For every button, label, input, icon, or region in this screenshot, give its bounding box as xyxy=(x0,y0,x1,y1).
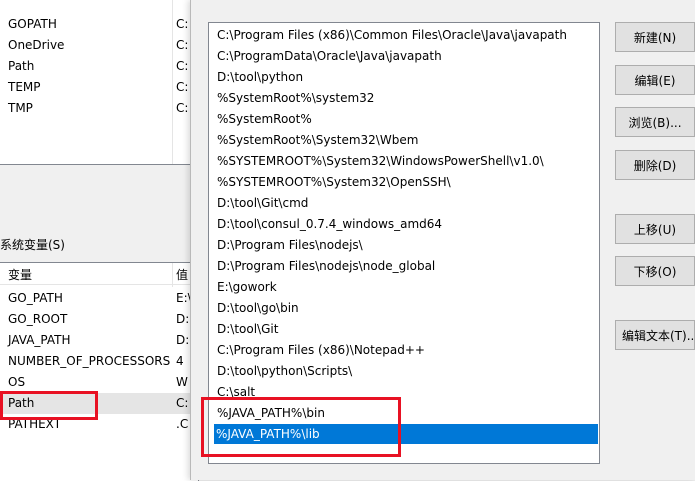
column-header-value[interactable]: 值 xyxy=(176,266,188,283)
path-entry-text: D:\Program Files\nodejs\node_global xyxy=(217,259,436,273)
variable-value: C: xyxy=(176,80,189,94)
list-item[interactable]: D:\tool\Git\cmd xyxy=(215,193,597,213)
new-button[interactable]: 新建(N) xyxy=(615,22,695,52)
environment-variables-dialog: GOPATH C: OneDrive C: Path C: TEMP C: TM… xyxy=(0,0,200,481)
table-row[interactable]: PATHEXT .C xyxy=(0,414,198,435)
table-row[interactable]: TMP C: xyxy=(0,98,198,119)
path-entry-text: %JAVA_PATH%\lib xyxy=(216,427,320,441)
list-item[interactable]: C:\Program Files (x86)\Notepad++ xyxy=(215,340,597,360)
path-entry-text: D:\tool\python xyxy=(217,70,304,84)
table-row[interactable]: JAVA_PATH D: xyxy=(0,330,198,351)
list-item[interactable]: E:\gowork xyxy=(215,277,597,297)
system-variables-label: 系统变量(S) xyxy=(0,238,65,252)
edit-text-button[interactable]: 编辑文本(T)... xyxy=(615,320,695,350)
variable-value: C: xyxy=(176,396,189,410)
path-entry-text: %SystemRoot%\System32\Wbem xyxy=(217,133,419,147)
column-separator xyxy=(172,263,173,287)
list-item[interactable]: D:\tool\python xyxy=(215,67,597,87)
browse-button[interactable]: 浏览(B)... xyxy=(615,107,695,137)
table-row[interactable]: Path C: xyxy=(0,56,198,77)
path-entry-text: D:\tool\Git\cmd xyxy=(217,196,309,210)
path-entry-text: D:\Program Files\nodejs\ xyxy=(217,238,363,252)
table-row[interactable]: OS W xyxy=(0,372,198,393)
path-entry-text: %JAVA_PATH%\bin xyxy=(217,406,325,420)
variable-name: OS xyxy=(8,375,26,389)
column-header-name[interactable]: 变量 xyxy=(8,266,32,283)
path-entry-text: E:\gowork xyxy=(217,280,277,294)
list-item[interactable]: D:\tool\consul_0.7.4_windows_amd64 xyxy=(215,214,597,234)
table-row-selected[interactable]: Path C: xyxy=(0,393,198,414)
table-row[interactable]: TEMP C: xyxy=(0,77,198,98)
list-item[interactable]: %SystemRoot%\system32 xyxy=(215,88,597,108)
list-item[interactable]: %SYSTEMROOT%\System32\WindowsPowerShell\… xyxy=(215,151,597,171)
variable-name: GOPATH xyxy=(8,17,57,31)
list-item[interactable]: D:\Program Files\nodejs\node_global xyxy=(215,256,597,276)
path-entry-text: D:\tool\go\bin xyxy=(217,301,299,315)
variable-value: W xyxy=(176,375,188,389)
variable-value: C: xyxy=(176,59,189,73)
list-item[interactable]: %JAVA_PATH%\bin xyxy=(215,403,597,423)
path-entry-text: C:\Program Files (x86)\Common Files\Orac… xyxy=(217,28,567,42)
variable-name: TEMP xyxy=(8,80,41,94)
variable-value: D: xyxy=(176,312,190,326)
path-entry-text: %SYSTEMROOT%\System32\WindowsPowerShell\… xyxy=(217,154,544,168)
variable-name: GO_PATH xyxy=(8,291,63,305)
path-entries-list[interactable]: C:\Program Files (x86)\Common Files\Orac… xyxy=(208,22,600,464)
path-entry-text: D:\tool\Git xyxy=(217,322,279,336)
edit-button[interactable]: 编辑(E) xyxy=(615,65,695,95)
variable-name: PATHEXT xyxy=(8,417,62,431)
list-item[interactable]: D:\Program Files\nodejs\ xyxy=(215,235,597,255)
user-variables-list[interactable]: GOPATH C: OneDrive C: Path C: TEMP C: TM… xyxy=(0,0,199,165)
variable-name: JAVA_PATH xyxy=(8,333,71,347)
variable-name: GO_ROOT xyxy=(8,312,68,326)
variable-name: TMP xyxy=(8,101,33,115)
table-row[interactable]: GOPATH C: xyxy=(0,14,198,35)
list-item[interactable]: D:\tool\Git xyxy=(215,319,597,339)
variable-value: 4 xyxy=(176,354,184,368)
list-item[interactable]: C:\Program Files (x86)\Common Files\Orac… xyxy=(215,25,597,45)
table-row[interactable]: GO_ROOT D: xyxy=(0,309,198,330)
variable-name: OneDrive xyxy=(8,38,65,52)
path-entry-text: %SystemRoot%\system32 xyxy=(217,91,375,105)
delete-button[interactable]: 删除(D) xyxy=(615,150,695,180)
variable-value: C: xyxy=(176,101,189,115)
list-item[interactable]: C:\ProgramData\Oracle\Java\javapath xyxy=(215,46,597,66)
path-entry-text: C:\ProgramData\Oracle\Java\javapath xyxy=(217,49,442,63)
variable-value: D: xyxy=(176,333,190,347)
table-row[interactable]: OneDrive C: xyxy=(0,35,198,56)
list-item[interactable]: %SYSTEMROOT%\System32\OpenSSH\ xyxy=(215,172,597,192)
table-row[interactable]: NUMBER_OF_PROCESSORS 4 xyxy=(0,351,198,372)
list-item[interactable]: %SystemRoot% xyxy=(215,109,597,129)
list-item-selected[interactable]: %JAVA_PATH%\lib xyxy=(214,424,598,444)
list-item[interactable]: %SystemRoot%\System32\Wbem xyxy=(215,130,597,150)
list-item[interactable]: C:\salt xyxy=(215,382,597,402)
variable-value: C: xyxy=(176,38,189,52)
variable-name: NUMBER_OF_PROCESSORS xyxy=(8,354,171,368)
path-entry-text: C:\salt xyxy=(217,385,256,399)
system-variables-list[interactable]: 变量 值 GO_PATH E:\ GO_ROOT D: JAVA_PATH D:… xyxy=(0,262,199,481)
table-header: 变量 值 xyxy=(0,263,198,285)
path-entry-text: D:\tool\consul_0.7.4_windows_amd64 xyxy=(217,217,443,231)
list-item[interactable]: D:\tool\python\Scripts\ xyxy=(215,361,597,381)
path-entry-text: D:\tool\python\Scripts\ xyxy=(217,364,353,378)
table-row[interactable]: GO_PATH E:\ xyxy=(0,288,198,309)
variable-name: Path xyxy=(8,396,35,410)
edit-environment-variable-dialog: C:\Program Files (x86)\Common Files\Orac… xyxy=(190,0,695,480)
variable-name: Path xyxy=(8,59,35,73)
move-up-button[interactable]: 上移(U) xyxy=(615,214,695,244)
path-entry-text: %SystemRoot% xyxy=(217,112,312,126)
list-item[interactable]: D:\tool\go\bin xyxy=(215,298,597,318)
variable-value: .C xyxy=(176,417,189,431)
path-entry-text: C:\Program Files (x86)\Notepad++ xyxy=(217,343,425,357)
move-down-button[interactable]: 下移(O) xyxy=(615,256,695,286)
path-entry-text: %SYSTEMROOT%\System32\OpenSSH\ xyxy=(217,175,451,189)
variable-value: C: xyxy=(176,17,189,31)
